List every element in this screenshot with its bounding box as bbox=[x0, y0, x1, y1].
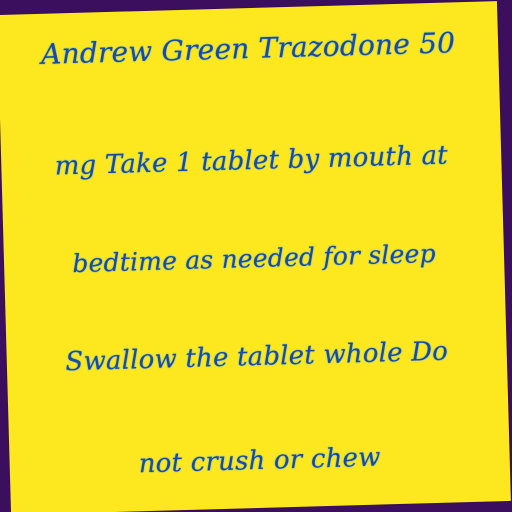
note-line-2: mg Take 1 tablet by mouth at bbox=[54, 140, 449, 182]
note-line-1: Andrew Green Trazodone 50 bbox=[40, 26, 456, 71]
note-line-5: not crush or chew bbox=[138, 442, 381, 480]
note-line-4: Swallow the tablet whole Do bbox=[65, 336, 449, 378]
note-line-3: bedtime as needed for sleep bbox=[71, 238, 437, 279]
photo-frame: Andrew Green Trazodone 50 mg Take 1 tabl… bbox=[0, 0, 512, 512]
sticky-note: Andrew Green Trazodone 50 mg Take 1 tabl… bbox=[0, 1, 511, 512]
